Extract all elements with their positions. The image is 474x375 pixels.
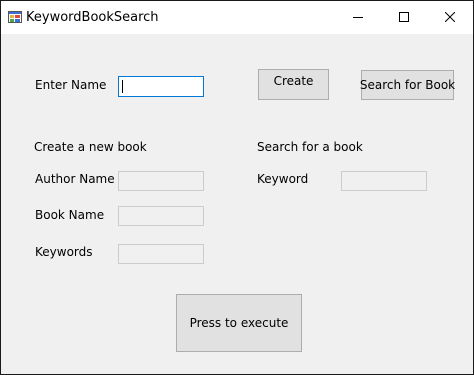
close-icon <box>444 11 456 25</box>
text-caret <box>122 80 123 93</box>
book-name-input[interactable] <box>118 206 204 226</box>
app-icon <box>8 11 22 23</box>
book-name-label: Book Name <box>35 208 105 222</box>
search-section-title: Search for a book <box>257 140 363 154</box>
form-client-area: Enter Name Create Search for Book Create… <box>1 34 473 374</box>
minimize-button[interactable] <box>335 1 381 34</box>
execute-button[interactable]: Press to execute <box>176 294 302 352</box>
enter-name-input[interactable] <box>118 76 204 97</box>
search-for-book-button[interactable]: Search for Book <box>360 70 455 100</box>
keyword-label: Keyword <box>257 172 309 186</box>
author-name-label: Author Name <box>35 172 115 186</box>
enter-name-label: Enter Name <box>35 78 107 92</box>
app-window: KeywordBookSearch Enter Name Create Sear… <box>0 0 474 375</box>
window-title: KeywordBookSearch <box>26 10 159 25</box>
keyword-input[interactable] <box>341 171 427 191</box>
create-section-title: Create a new book <box>34 140 147 154</box>
minimize-icon <box>353 11 363 25</box>
title-bar[interactable]: KeywordBookSearch <box>1 1 473 34</box>
close-button[interactable] <box>427 1 473 34</box>
create-button[interactable]: Create <box>258 69 329 100</box>
maximize-button[interactable] <box>381 1 427 34</box>
keywords-input[interactable] <box>118 244 204 264</box>
author-name-input[interactable] <box>118 171 204 191</box>
keywords-label: Keywords <box>35 245 93 259</box>
maximize-icon <box>399 11 409 25</box>
